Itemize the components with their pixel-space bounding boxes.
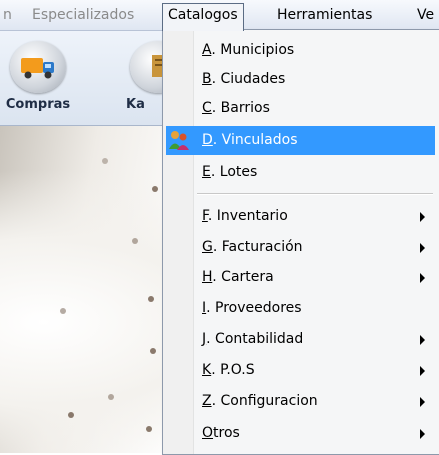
compras-button[interactable]: Compras <box>0 41 78 121</box>
menu-item-cartera[interactable]: H. Cartera <box>166 263 435 292</box>
catalogos-dropdown: A. Municipios B. Ciudades C. Barrios D. … <box>162 29 439 455</box>
menu-item-ciudades[interactable]: B. Ciudades <box>166 65 435 94</box>
decorative-dot <box>108 394 114 400</box>
menu-especializados[interactable]: Especializados <box>27 4 139 26</box>
menu-item-proveedores[interactable]: I. Proveedores <box>166 294 435 323</box>
menu-item-configuracion[interactable]: Z. Configuracion <box>166 387 435 416</box>
truck-icon <box>10 41 66 93</box>
menu-bar-item-partial[interactable]: n <box>0 4 17 26</box>
menu-item-lotes[interactable]: E. Lotes <box>166 158 435 187</box>
menu-item-inventario[interactable]: F. Inventario <box>166 202 435 231</box>
menu-item-pos[interactable]: K. P.O.S <box>166 356 435 385</box>
menu-item-contabilidad[interactable]: J. Contabilidad <box>166 325 435 354</box>
decorative-dot <box>60 308 66 314</box>
submenu-arrow-icon <box>420 212 425 222</box>
submenu-arrow-icon <box>420 366 425 376</box>
submenu-arrow-icon <box>420 397 425 407</box>
menu-item-vinculados[interactable]: D. Vinculados <box>166 126 435 155</box>
decorative-dot <box>102 158 108 164</box>
compras-label: Compras <box>5 97 71 112</box>
menu-bar: n Especializados Catalogos Herramientas … <box>0 0 439 31</box>
decorative-dot <box>152 186 158 192</box>
decorative-dot <box>146 426 152 432</box>
menu-herramientas[interactable]: Herramientas <box>272 4 377 26</box>
menu-item-otros[interactable]: Otros <box>166 419 435 448</box>
decorative-dot <box>132 238 138 244</box>
menu-item-barrios[interactable]: C. Barrios <box>166 94 435 123</box>
menu-catalogos[interactable]: Catalogos <box>162 3 244 31</box>
menu-item-municipios[interactable]: A. Municipios <box>166 36 435 65</box>
menu-separator <box>197 193 433 195</box>
decorative-dot <box>150 348 156 354</box>
submenu-arrow-icon <box>420 335 425 345</box>
decorative-dot <box>68 412 74 418</box>
menu-item-facturacion[interactable]: G. Facturación <box>166 233 435 262</box>
people-icon <box>169 131 189 150</box>
menu-ver[interactable]: Ve <box>412 4 439 26</box>
submenu-arrow-icon <box>420 273 425 283</box>
decorative-dot <box>148 296 154 302</box>
submenu-arrow-icon <box>420 429 425 439</box>
submenu-arrow-icon <box>420 243 425 253</box>
